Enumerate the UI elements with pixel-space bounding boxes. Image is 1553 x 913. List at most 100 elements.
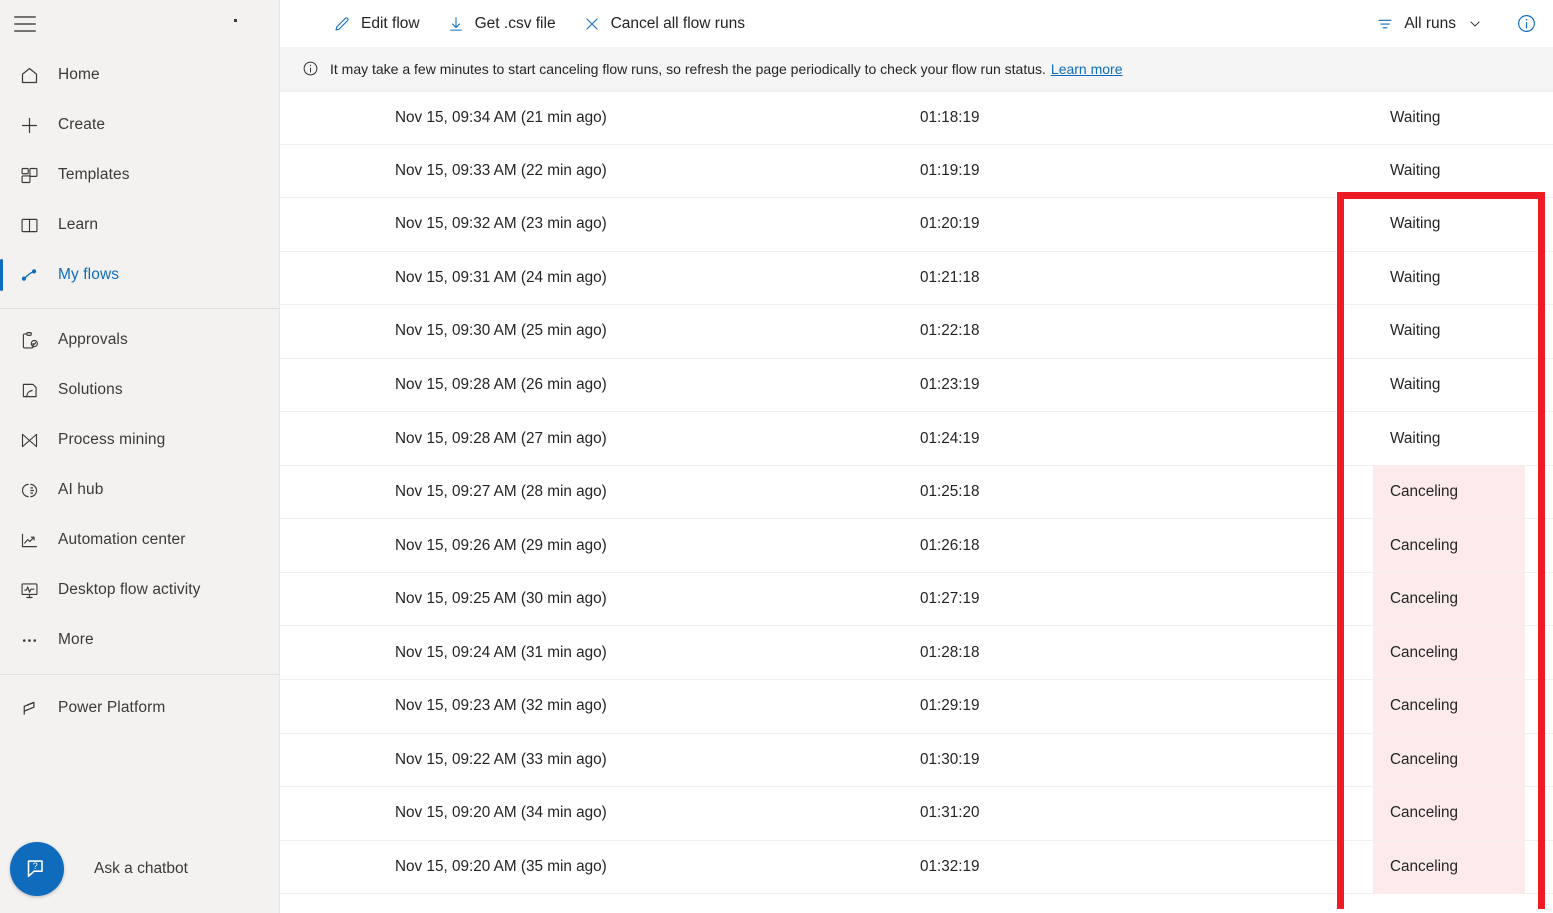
sidebar-item-home[interactable]: Home: [0, 50, 279, 100]
sidebar-item-label: AI hub: [58, 481, 103, 499]
table-row[interactable]: Nov 15, 09:34 AM (21 min ago) 01:18:19 Wai…: [280, 91, 1553, 145]
sidebar-item-ai-hub[interactable]: AI hub: [0, 465, 279, 515]
run-start-time: Nov 15, 09:25 AM (30 min ago): [395, 590, 607, 608]
collapse-dot-marker: [234, 19, 237, 22]
sidebar-item-label: My flows: [58, 266, 119, 284]
run-duration: 01:25:18: [920, 483, 980, 501]
home-icon: [12, 65, 46, 86]
sidebar-item-label: Process mining: [58, 431, 165, 449]
desktop-flow-icon: [12, 580, 46, 601]
sidebar-item-desktop-flow-activity[interactable]: Desktop flow activity: [0, 565, 279, 615]
table-row[interactable]: Nov 15, 09:24 AM (31 min ago)01:28:18Can…: [280, 626, 1553, 680]
run-duration: 01:29:19: [920, 697, 980, 715]
table-row[interactable]: Nov 15, 09:20 AM (34 min ago)01:31:20Can…: [280, 787, 1553, 841]
message-bar-text: It may take a few minutes to start cance…: [330, 61, 1046, 77]
run-status: Canceling: [1390, 483, 1458, 501]
sidebar-item-approvals[interactable]: Approvals: [0, 315, 279, 365]
run-duration: 01:22:18: [920, 322, 980, 340]
edit-flow-button[interactable]: Edit flow: [322, 8, 430, 40]
edit-flow-label: Edit flow: [361, 15, 420, 33]
flow-runs-table: Nov 15, 09:34 AM (21 min ago) 01:18:19 Wai…: [280, 91, 1553, 909]
power-platform-icon: [12, 698, 46, 719]
get-csv-file-button[interactable]: Get .csv file: [436, 8, 566, 40]
flow-icon: [12, 264, 46, 286]
run-start-time: Nov 15, 09:28 AM (27 min ago): [395, 430, 607, 448]
ellipsis-icon: [12, 630, 46, 651]
sidebar-item-create[interactable]: Create: [0, 100, 279, 150]
chatbot-icon: ?: [10, 842, 64, 896]
run-start-time: Nov 15, 09:27 AM (28 min ago): [395, 483, 607, 501]
table-row[interactable]: Nov 15, 09:28 AM (26 min ago)01:23:19Wai…: [280, 359, 1553, 413]
get-csv-file-label: Get .csv file: [475, 15, 556, 33]
run-start-time: Nov 15, 09:24 AM (31 min ago): [395, 644, 607, 662]
all-runs-label: All runs: [1404, 15, 1456, 33]
cancel-all-flow-runs-button[interactable]: Cancel all flow runs: [572, 8, 755, 40]
sidebar-item-more[interactable]: More: [0, 615, 279, 665]
sidebar-item-my-flows[interactable]: My flows: [0, 250, 279, 300]
sidebar-item-learn[interactable]: Learn: [0, 200, 279, 250]
main-content: Edit flow Get .csv file: [280, 0, 1553, 913]
run-duration: 01:18:19: [920, 109, 980, 127]
menu-toggle-icon[interactable]: [14, 16, 36, 32]
sidebar-item-power-platform[interactable]: Power Platform: [0, 683, 279, 733]
svg-text:?: ?: [32, 860, 37, 870]
sidebar-item-process-mining[interactable]: Process mining: [0, 415, 279, 465]
run-status: Waiting: [1390, 215, 1440, 233]
table-row[interactable]: Nov 15, 09:23 AM (32 min ago)01:29:19Can…: [280, 680, 1553, 734]
run-status: Canceling: [1390, 751, 1458, 769]
sidebar-item-label: Approvals: [58, 331, 128, 349]
run-status: Waiting: [1390, 269, 1440, 287]
table-row[interactable]: Nov 15, 09:20 AM (35 min ago)01:32:19Can…: [280, 841, 1553, 895]
table-row[interactable]: Nov 15, 09:25 AM (30 min ago)01:27:19Can…: [280, 573, 1553, 627]
book-icon: [12, 215, 46, 236]
ai-hub-icon: [12, 480, 46, 501]
sidebar-header: [0, 0, 279, 48]
command-bar-right: All runs: [1365, 0, 1545, 47]
download-icon: [446, 14, 466, 34]
table-row[interactable]: Nov 15, 09:30 AM (25 min ago)01:22:18Wai…: [280, 305, 1553, 359]
run-start-time: Nov 15, 09:34 AM (21 min ago): [395, 109, 607, 127]
filter-icon: [1375, 14, 1395, 34]
sidebar-item-label: Templates: [58, 166, 130, 184]
run-status: Canceling: [1390, 644, 1458, 662]
learn-more-link[interactable]: Learn more: [1051, 61, 1123, 77]
sidebar-item-solutions[interactable]: Solutions: [0, 365, 279, 415]
run-start-time: Nov 15, 09:26 AM (29 min ago): [395, 537, 607, 555]
sidebar-item-label: Solutions: [58, 381, 123, 399]
table-row[interactable]: Nov 15, 09:26 AM (29 min ago)01:26:18Can…: [280, 519, 1553, 573]
table-row[interactable]: Nov 15, 09:22 AM (33 min ago) 01:30:19 Can…: [280, 734, 1553, 788]
sidebar-item-label: Learn: [58, 216, 98, 234]
sidebar-item-label: Home: [58, 66, 100, 84]
plus-icon: [12, 115, 46, 136]
info-circle-icon[interactable]: [1509, 7, 1543, 41]
chatbot-label: Ask a chatbot: [94, 860, 188, 878]
run-status: Waiting: [1390, 376, 1440, 394]
run-duration: 01:20:19: [920, 215, 980, 233]
all-runs-filter-button[interactable]: All runs: [1365, 8, 1495, 40]
table-row[interactable]: Nov 15, 09:27 AM (28 min ago) 01:25:18 Can…: [280, 466, 1553, 520]
run-status: Waiting: [1390, 109, 1440, 127]
table-row[interactable]: Nov 15, 09:33 AM (22 min ago)01:19:19Wai…: [280, 145, 1553, 199]
sidebar-primary-nav: Home Create Templates: [0, 48, 279, 733]
sidebar-item-templates[interactable]: Templates: [0, 150, 279, 200]
table-row[interactable]: Nov 15, 09:28 AM (27 min ago)01:24:19Wai…: [280, 412, 1553, 466]
app-root: Home Create Templates: [0, 0, 1553, 913]
run-start-time: Nov 15, 09:22 AM (33 min ago): [395, 751, 607, 769]
cancel-all-flow-runs-label: Cancel all flow runs: [611, 15, 745, 33]
run-duration: 01:19:19: [920, 162, 980, 180]
run-status: Canceling: [1390, 858, 1458, 876]
sidebar-item-label: Desktop flow activity: [58, 581, 201, 599]
close-icon: [582, 14, 602, 34]
sidebar-item-automation-center[interactable]: Automation center: [0, 515, 279, 565]
run-duration: 01:30:19: [920, 751, 980, 769]
run-duration: 01:32:19: [920, 858, 980, 876]
table-row[interactable]: Nov 15, 09:32 AM (23 min ago)01:20:19Wai…: [280, 198, 1553, 252]
run-status: Canceling: [1390, 590, 1458, 608]
run-start-time: Nov 15, 09:33 AM (22 min ago): [395, 162, 607, 180]
run-status: Waiting: [1390, 430, 1440, 448]
run-start-time: Nov 15, 09:30 AM (25 min ago): [395, 322, 607, 340]
approvals-icon: [12, 330, 46, 351]
ask-a-chatbot-button[interactable]: ? Ask a chatbot: [10, 842, 188, 896]
command-bar: Edit flow Get .csv file: [280, 0, 1553, 47]
table-row[interactable]: Nov 15, 09:31 AM (24 min ago)01:21:18Wai…: [280, 252, 1553, 306]
